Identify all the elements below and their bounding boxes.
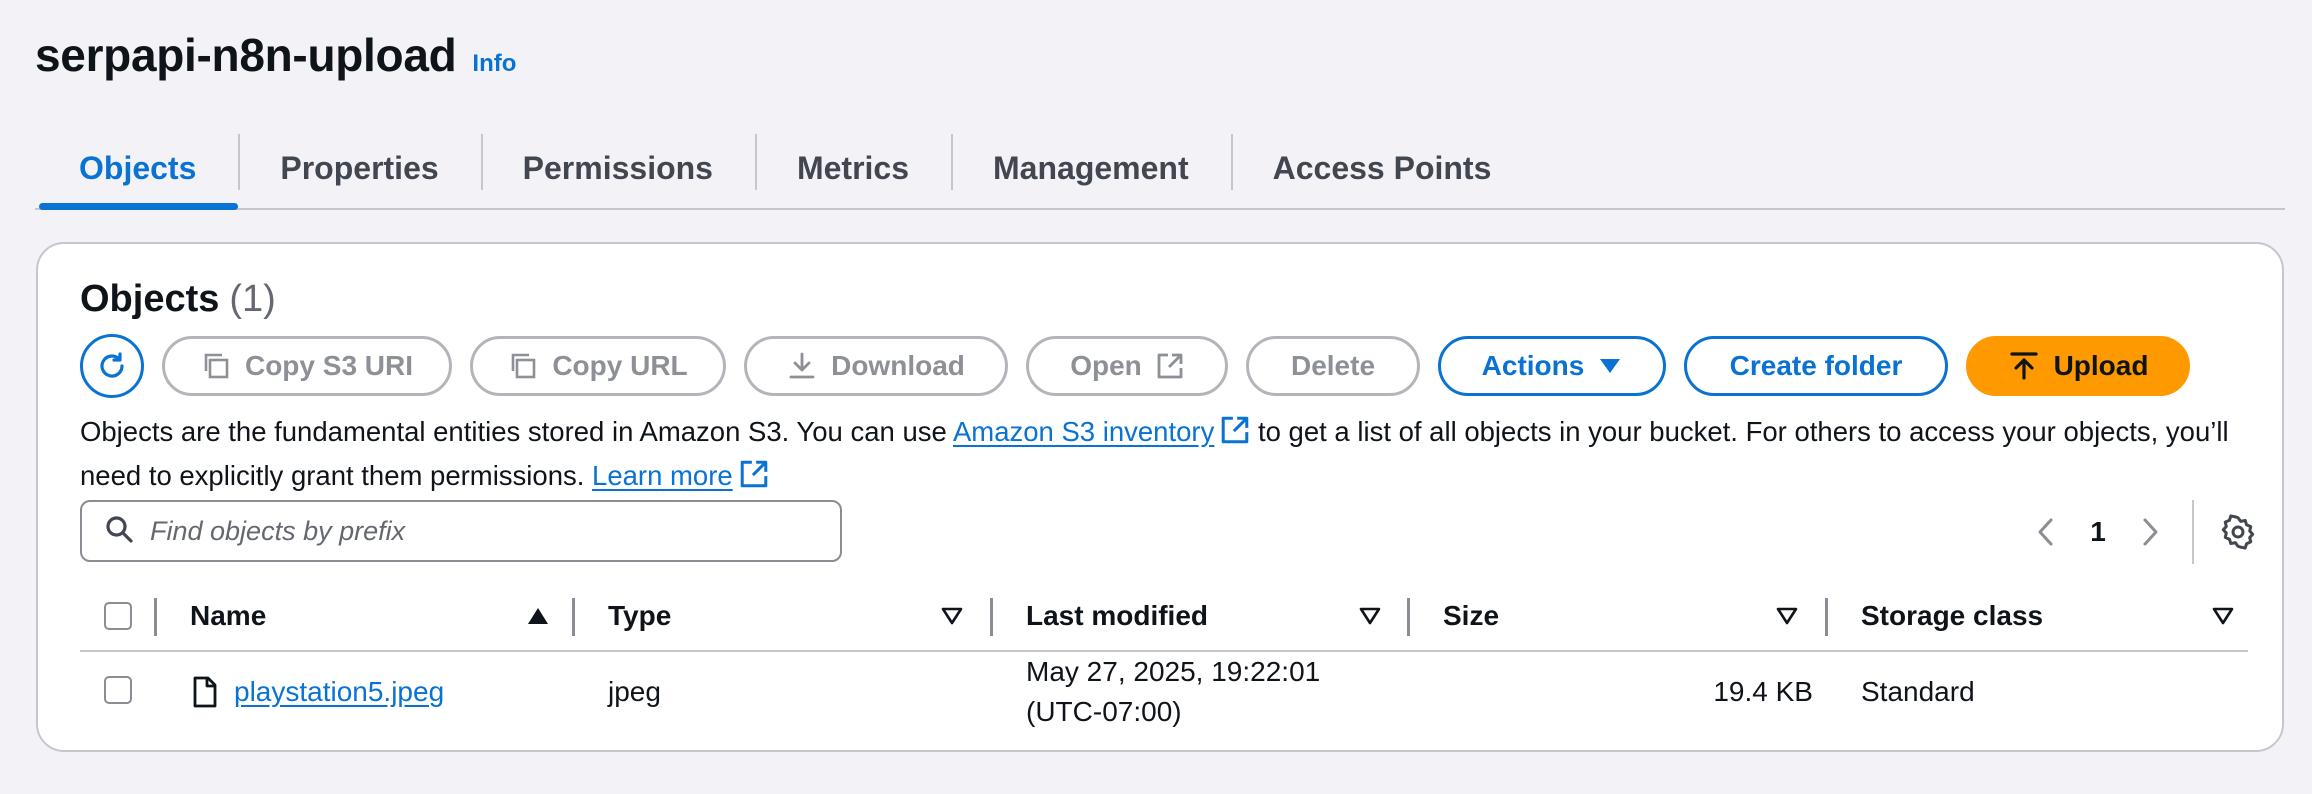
tab-list: Objects Properties Permissions Metrics M…: [35, 130, 2285, 210]
chevron-right-icon[interactable]: [2128, 516, 2172, 548]
external-link-icon: [1156, 352, 1184, 380]
tab-metrics[interactable]: Metrics: [754, 130, 951, 206]
search-box: [80, 500, 842, 562]
sort-ascending-icon: [526, 606, 550, 626]
last-modified-cell: May 27, 2025, 19:22:01 (UTC-07:00): [1026, 652, 1320, 732]
column-label-name: Name: [190, 600, 267, 631]
s3-inventory-link[interactable]: Amazon S3 inventory: [953, 416, 1214, 447]
object-name-link[interactable]: playstation5.jpeg: [234, 676, 444, 708]
refresh-icon: [100, 352, 124, 378]
column-divider: [1407, 598, 1410, 636]
objects-heading: Objects (1): [80, 278, 276, 321]
last-modified-date: May 27, 2025, 19:22:01: [1026, 656, 1321, 687]
select-all-cell: [104, 584, 132, 648]
tab-objects[interactable]: Objects: [35, 130, 239, 210]
copy-url-button[interactable]: Copy URL: [470, 336, 726, 396]
external-link-icon: [1220, 415, 1250, 456]
open-button[interactable]: Open: [1026, 336, 1228, 396]
copy-url-label: Copy URL: [552, 350, 688, 381]
current-page[interactable]: 1: [2068, 516, 2128, 548]
sort-descending-icon: [1358, 606, 1382, 626]
bucket-title: serpapi-n8n-upload: [35, 29, 457, 81]
table-header: Name Type Last modified Size Storage cla…: [80, 584, 2248, 652]
objects-description: Objects are the fundamental entities sto…: [80, 412, 2280, 500]
select-all-checkbox[interactable]: [104, 602, 132, 630]
column-header-type[interactable]: Type: [608, 584, 978, 648]
row-checkbox[interactable]: [104, 676, 132, 704]
search-input[interactable]: [148, 514, 812, 548]
column-divider: [990, 598, 993, 636]
s3-bucket-page: serpapi-n8n-upload Info Objects Properti…: [0, 0, 2312, 794]
objects-heading-label: Objects: [80, 278, 220, 320]
search-icon: [104, 514, 134, 549]
pagination: 1: [2024, 500, 2256, 564]
actions-label: Actions: [1481, 350, 1585, 381]
upload-icon: [2008, 350, 2040, 382]
tab-properties[interactable]: Properties: [238, 130, 480, 206]
column-header-name[interactable]: Name: [190, 584, 566, 648]
row-select-cell: [104, 676, 132, 704]
download-label: Download: [831, 350, 965, 381]
page-header: serpapi-n8n-upload Info: [35, 28, 516, 82]
learn-more-link[interactable]: Learn more: [592, 460, 733, 491]
storage-class-cell: Standard: [1861, 676, 1975, 707]
column-divider: [1825, 598, 1828, 636]
sort-descending-icon: [1775, 606, 1799, 626]
column-divider: [154, 598, 157, 636]
actions-dropdown-button[interactable]: Actions: [1438, 336, 1666, 396]
sort-descending-icon: [2211, 606, 2235, 626]
delete-button[interactable]: Delete: [1246, 336, 1420, 396]
column-header-size[interactable]: Size: [1443, 584, 1813, 648]
info-link[interactable]: Info: [472, 50, 516, 78]
column-label-type: Type: [608, 600, 672, 631]
objects-panel: Objects (1) Copy S3 URI Copy URL Downloa…: [36, 242, 2284, 752]
download-button[interactable]: Download: [744, 336, 1008, 396]
type-cell: jpeg: [608, 676, 661, 707]
name-cell: playstation5.jpeg: [192, 668, 444, 716]
refresh-button[interactable]: [80, 334, 144, 398]
column-label-storage-class: Storage class: [1861, 600, 2044, 631]
copy-s3-uri-label: Copy S3 URI: [244, 350, 414, 381]
copy-s3-uri-button[interactable]: Copy S3 URI: [162, 336, 452, 396]
column-label-last-modified: Last modified: [1026, 600, 1209, 631]
column-label-size: Size: [1443, 600, 1500, 631]
column-header-last-modified[interactable]: Last modified: [1026, 584, 1396, 648]
table-row[interactable]: playstation5.jpeg jpeg May 27, 2025, 19:…: [80, 650, 2248, 734]
column-header-storage-class[interactable]: Storage class: [1861, 584, 2235, 648]
copy-icon: [201, 351, 231, 381]
pagination-divider: [2192, 500, 2194, 564]
download-icon: [787, 351, 817, 381]
objects-toolbar: Copy S3 URI Copy URL Download Open Delet…: [80, 334, 2208, 398]
chevron-left-icon[interactable]: [2024, 516, 2068, 548]
external-link-icon: [739, 459, 769, 500]
copy-icon: [508, 351, 538, 381]
last-modified-timezone: (UTC-07:00): [1026, 696, 1182, 727]
file-icon: [192, 676, 218, 708]
create-folder-button[interactable]: Create folder: [1684, 336, 1948, 396]
size-cell: 19.4 KB: [1713, 676, 1813, 707]
caret-down-icon: [1598, 356, 1622, 376]
description-text-1: Objects are the fundamental entities sto…: [80, 416, 953, 447]
tab-management[interactable]: Management: [951, 130, 1231, 206]
column-divider: [572, 598, 575, 636]
upload-button[interactable]: Upload: [1966, 336, 2190, 396]
open-label: Open: [1070, 350, 1142, 381]
sort-descending-icon: [940, 606, 964, 626]
objects-count: (1): [229, 278, 276, 320]
tab-permissions[interactable]: Permissions: [480, 130, 755, 206]
settings-icon[interactable]: [2220, 514, 2256, 550]
upload-label: Upload: [2053, 350, 2149, 381]
tab-access-points[interactable]: Access Points: [1230, 130, 1534, 206]
